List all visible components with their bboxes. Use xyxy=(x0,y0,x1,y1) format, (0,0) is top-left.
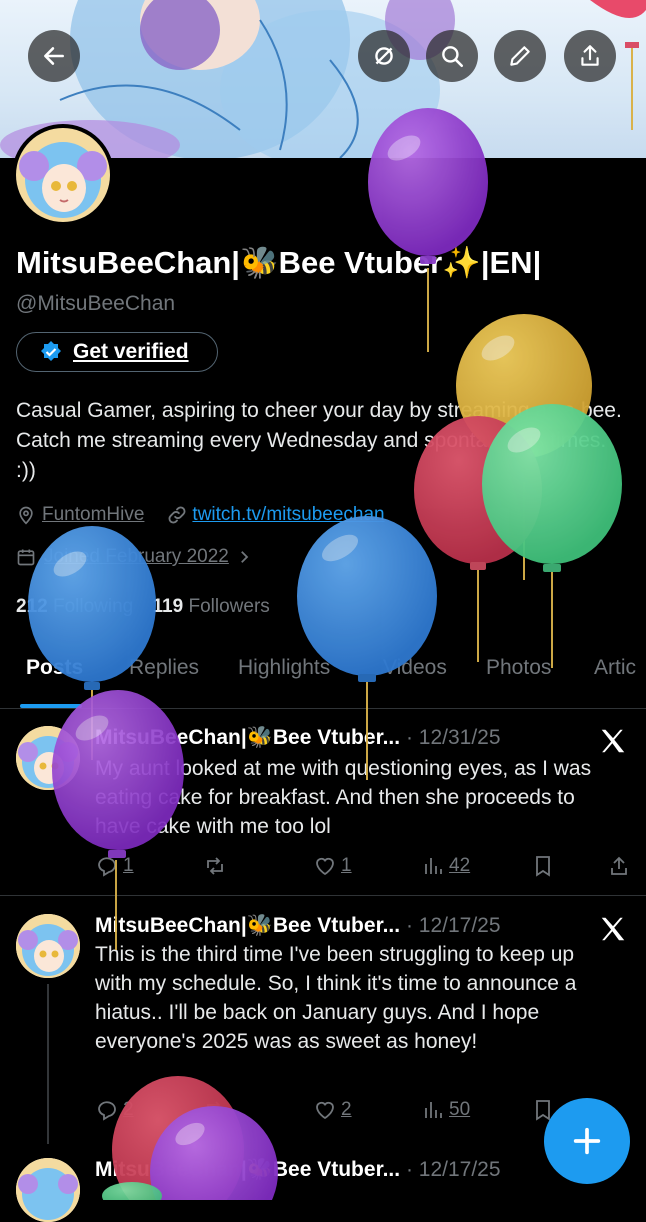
grok-button[interactable] xyxy=(358,30,410,82)
post-text: My aunt looked at me with questioning ey… xyxy=(95,757,592,838)
x-logo-icon xyxy=(601,729,625,753)
bookmark-button[interactable] xyxy=(531,854,555,878)
sparkle-icon xyxy=(375,47,393,65)
avatar-image xyxy=(16,726,80,790)
post-item[interactable]: MitsuBeeChan|🐝Bee Vtuber... · 12/17/25 T… xyxy=(0,896,646,1146)
avatar-image xyxy=(16,1158,80,1222)
following-link[interactable]: 212 Following xyxy=(16,596,133,617)
post-avatar[interactable] xyxy=(16,1158,80,1222)
pencil-icon xyxy=(510,46,530,66)
get-verified-button[interactable]: Get verified xyxy=(16,332,218,372)
share-icon xyxy=(581,45,599,66)
following-label: Following xyxy=(52,596,134,617)
plus-icon xyxy=(573,1127,601,1155)
post-author-name[interactable]: MitsuBeeChan|🐝Bee Vtuber... xyxy=(95,914,400,937)
post-actions: 2 2 50 xyxy=(95,1098,625,1128)
like-count: 1 xyxy=(341,855,352,876)
bookmark-icon xyxy=(536,856,550,877)
post-header: MitsuBeeChan|🐝Bee Vtuber... · 12/17/25 xyxy=(95,1158,501,1182)
tab-posts[interactable]: Posts xyxy=(26,656,83,680)
post-text: This is the third time I've been struggl… xyxy=(95,943,577,1053)
back-button[interactable] xyxy=(28,30,80,82)
post-item[interactable]: MitsuBeeChan|🐝Bee Vtuber... · 12/31/25 M… xyxy=(0,708,646,894)
post-actions: 1 1 42 xyxy=(95,854,627,884)
views-icon xyxy=(425,858,442,874)
tab-replies[interactable]: Replies xyxy=(129,656,199,680)
profile-bio: Casual Gamer, aspiring to cheer your day… xyxy=(16,399,622,482)
arrow-left-icon xyxy=(44,47,64,65)
reply-count: 2 xyxy=(123,1099,134,1120)
avatar-image xyxy=(16,128,110,222)
tab-videos[interactable]: Videos xyxy=(383,656,447,680)
followers-count: 119 xyxy=(152,596,184,617)
share-icon xyxy=(611,856,627,875)
share-post-button[interactable] xyxy=(607,854,631,878)
views-icon xyxy=(425,1102,442,1118)
like-button[interactable]: 1 xyxy=(313,854,352,878)
thread-line xyxy=(47,984,49,1144)
heart-icon xyxy=(316,1101,334,1120)
like-button[interactable]: 2 xyxy=(313,1098,352,1122)
repost-icon xyxy=(207,1101,223,1119)
avatar-image xyxy=(16,914,80,978)
post-header: MitsuBeeChan|🐝Bee Vtuber... · 12/31/25 xyxy=(95,726,501,750)
location-icon xyxy=(19,506,33,525)
repost-button[interactable] xyxy=(203,1098,227,1122)
search-icon xyxy=(442,46,464,68)
profile-meta-row: FuntomHive twitch.tv/mitsubeechan xyxy=(16,504,385,526)
post-header: MitsuBeeChan|🐝Bee Vtuber... · 12/17/25 xyxy=(95,914,501,938)
reply-icon xyxy=(98,857,116,877)
edit-button[interactable] xyxy=(494,30,546,82)
post-date[interactable]: · 12/17/25 xyxy=(406,914,501,937)
post-author-name[interactable]: MitsuBeeChan|🐝Bee Vtuber... xyxy=(95,726,400,749)
chevron-right-icon xyxy=(240,551,249,563)
profile-tabs: Posts Replies Highlights Videos Photos A… xyxy=(0,652,646,709)
profile-counts: 212 Following 119 Followers xyxy=(16,596,270,618)
like-count: 2 xyxy=(341,1099,352,1120)
following-count: 212 xyxy=(16,596,48,617)
post-date[interactable]: · 12/31/25 xyxy=(406,726,501,749)
heart-icon xyxy=(316,857,334,876)
profile-banner[interactable] xyxy=(0,0,646,158)
post-author-name[interactable]: MitsuBeeChan|🐝Bee Vtuber... xyxy=(95,1158,400,1181)
profile-location[interactable]: FuntomHive xyxy=(42,504,144,526)
repost-icon xyxy=(207,857,223,875)
post-avatar[interactable] xyxy=(16,914,80,978)
get-verified-label: Get verified xyxy=(73,340,189,363)
reply-button[interactable]: 2 xyxy=(95,1098,134,1122)
profile-avatar[interactable] xyxy=(12,124,114,226)
followers-label: Followers xyxy=(188,596,270,617)
verified-badge-icon xyxy=(41,341,61,361)
followers-link[interactable]: 119 Followers xyxy=(153,596,270,617)
post-date[interactable]: · 12/17/25 xyxy=(406,1158,501,1181)
tab-photos[interactable]: Photos xyxy=(486,656,551,680)
search-button[interactable] xyxy=(426,30,478,82)
profile-display-name: MitsuBeeChan|🐝Bee Vtuber✨|EN| xyxy=(16,245,542,280)
compose-post-button[interactable] xyxy=(544,1098,630,1184)
reply-count: 1 xyxy=(123,855,134,876)
reply-button[interactable]: 1 xyxy=(95,854,134,878)
tab-articles[interactable]: Artic xyxy=(594,656,636,680)
share-button[interactable] xyxy=(564,30,616,82)
tab-highlights[interactable]: Highlights xyxy=(238,656,330,680)
repost-button[interactable] xyxy=(203,854,227,878)
views-button[interactable]: 50 xyxy=(421,1098,470,1122)
profile-joined-date: Joined February 2022 xyxy=(44,546,229,567)
profile-handle: @MitsuBeeChan xyxy=(16,292,176,315)
link-icon xyxy=(168,506,186,524)
post-avatar[interactable] xyxy=(16,726,80,790)
view-count: 50 xyxy=(449,1099,471,1120)
profile-website-link[interactable]: twitch.tv/mitsubeechan xyxy=(192,504,384,526)
views-button[interactable]: 42 xyxy=(421,854,470,878)
reply-icon xyxy=(98,1101,116,1121)
profile-joined-row[interactable]: Joined February 2022 xyxy=(16,546,253,568)
calendar-icon xyxy=(17,549,35,566)
view-count: 42 xyxy=(449,855,471,876)
